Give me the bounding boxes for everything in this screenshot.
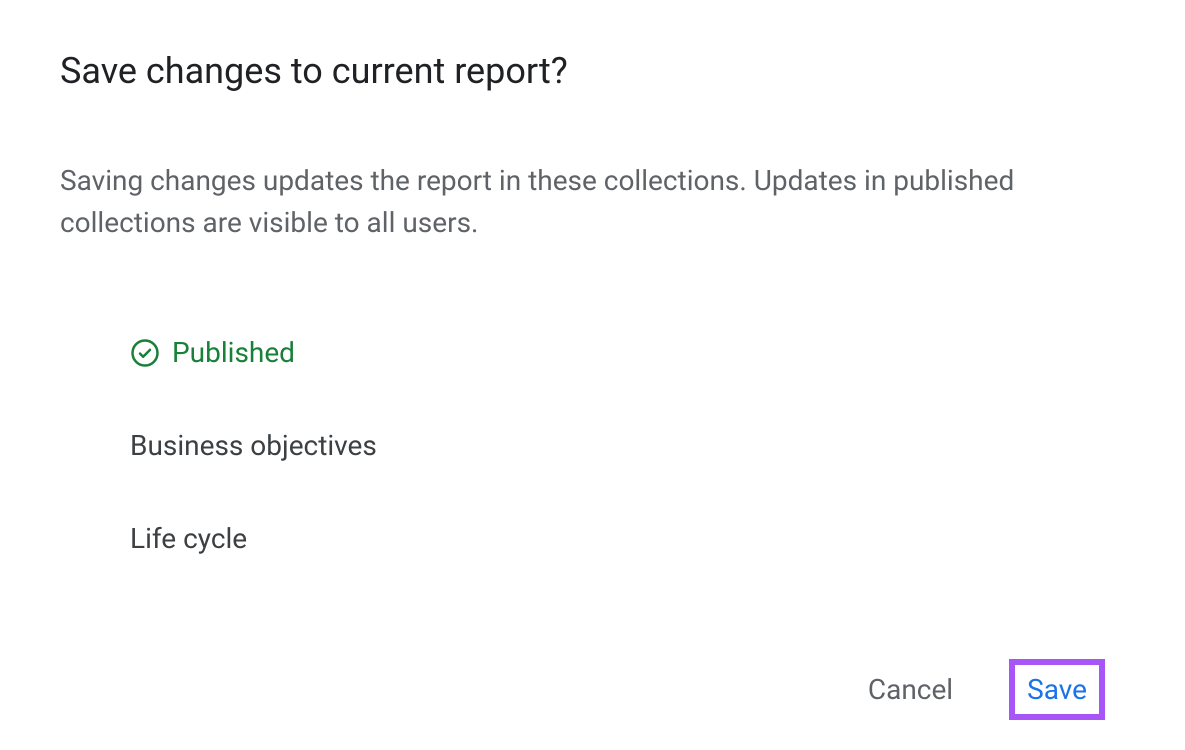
check-circle-icon: [130, 338, 160, 368]
save-button-highlight: Save: [1009, 659, 1105, 720]
dialog-description: Saving changes updates the report in the…: [60, 160, 1125, 244]
dialog-title: Save changes to current report?: [60, 50, 1125, 92]
collection-item: Life cycle: [130, 522, 1125, 555]
collection-item: Business objectives: [130, 429, 1125, 462]
collections-list: Published Business objectives Life cycle: [60, 336, 1125, 615]
status-label: Published: [172, 336, 295, 369]
cancel-button[interactable]: Cancel: [852, 665, 969, 714]
save-changes-dialog: Save changes to current report? Saving c…: [0, 0, 1185, 750]
published-status: Published: [130, 336, 1125, 369]
save-button[interactable]: Save: [1027, 673, 1087, 706]
dialog-actions: Cancel Save: [60, 659, 1125, 720]
